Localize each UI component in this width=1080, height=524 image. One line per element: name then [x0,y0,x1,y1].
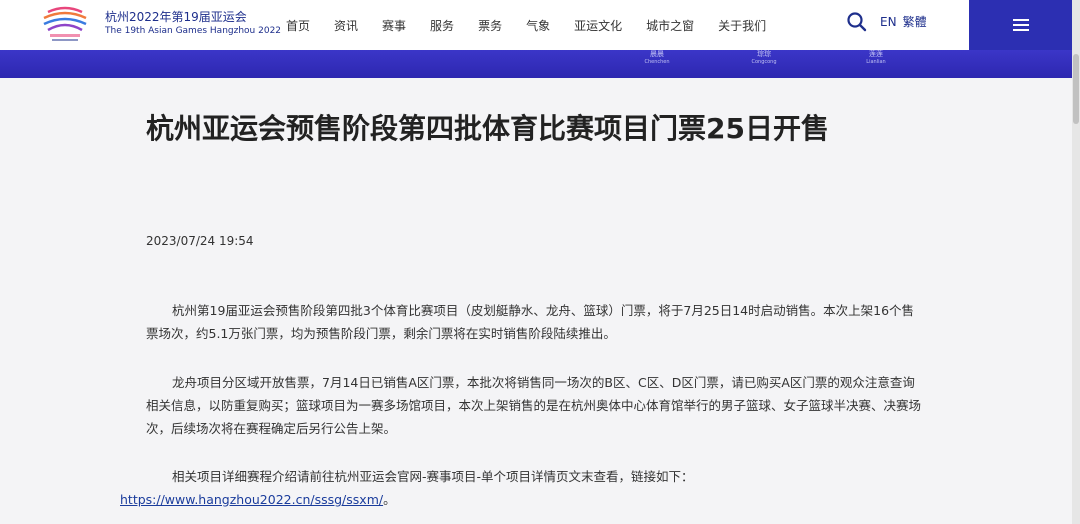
article-paragraph-3-text: 相关项目详细赛程介绍请前往杭州亚运会官网-赛事项目-单个项目详情页文末查看，链接… [172,469,694,484]
mascot-name-cn: 琮琮 [757,50,771,58]
article: 杭州亚运会预售阶段第四批体育比赛项目门票25日开售 [146,110,926,148]
asian-games-logo[interactable] [38,6,92,46]
nav-item-tickets[interactable]: 票务 [478,17,502,34]
mascot-label-chenchen: 晨晨 Chenchen [640,50,674,66]
mascot-name-cn: 莲莲 [869,50,883,58]
nav-item-home[interactable]: 首页 [286,17,310,34]
article-date: 2023/07/24 19:54 [146,234,254,248]
lang-traditional-link[interactable]: 繁體 [903,15,927,29]
brand-title-en: The 19th Asian Games Hangzhou 2022 [105,26,282,36]
mascot-label-congcong: 琮琮 Congcong [747,50,781,66]
nav-item-news[interactable]: 资讯 [334,17,358,34]
brand[interactable]: 杭州2022年第19届亚运会 The 19th Asian Games Hang… [105,10,281,37]
main-nav: 首页 资讯 赛事 服务 票务 气象 亚运文化 城市之窗 关于我们 [286,0,766,50]
article-paragraph-2: 龙舟项目分区域开放售票，7月14日已销售A区门票，本批次将销售同一场次的B区、C… [146,375,922,436]
nav-item-events[interactable]: 赛事 [382,17,406,34]
article-paragraph-3: 相关项目详细赛程介绍请前往杭州亚运会官网-赛事项目-单个项目详情页文末查看，链接… [120,465,922,511]
nav-item-services[interactable]: 服务 [430,17,454,34]
scrollbar-thumb[interactable] [1073,54,1079,124]
nav-item-weather[interactable]: 气象 [526,17,550,34]
mascot-name-cn: 晨晨 [650,50,664,58]
mascot-band: 晨晨 Chenchen 琮琮 Congcong 莲莲 Lianlian [0,50,1072,78]
article-paragraph-3-end: 。 [383,492,396,507]
nav-item-culture[interactable]: 亚运文化 [574,17,622,34]
hamburger-menu-icon [1012,19,1029,31]
nav-item-city[interactable]: 城市之窗 [646,17,694,34]
nav-item-about[interactable]: 关于我们 [718,17,766,34]
site-header: 杭州2022年第19届亚运会 The 19th Asian Games Hang… [0,0,1080,50]
menu-button[interactable] [969,0,1072,50]
language-switcher: EN 繁體 [880,13,927,30]
mascot-name-en: Lianlian [866,59,886,65]
search-icon[interactable] [846,11,868,33]
page-scrollbar[interactable] [1072,0,1080,524]
lang-en-link[interactable]: EN [880,15,897,29]
brand-title-cn: 杭州2022年第19届亚运会 [105,10,247,24]
mascot-name-en: Congcong [751,59,777,65]
article-title: 杭州亚运会预售阶段第四批体育比赛项目门票25日开售 [146,112,829,145]
mascot-name-en: Chenchen [644,59,670,65]
mascot-label-lianlian: 莲莲 Lianlian [859,50,893,66]
article-paragraph-1: 杭州第19届亚运会预售阶段第四批3个体育比赛项目（皮划艇静水、龙舟、篮球）门票，… [146,303,915,341]
schedule-link[interactable]: https://www.hangzhou2022.cn/sssg/ssxm/ [120,488,383,511]
